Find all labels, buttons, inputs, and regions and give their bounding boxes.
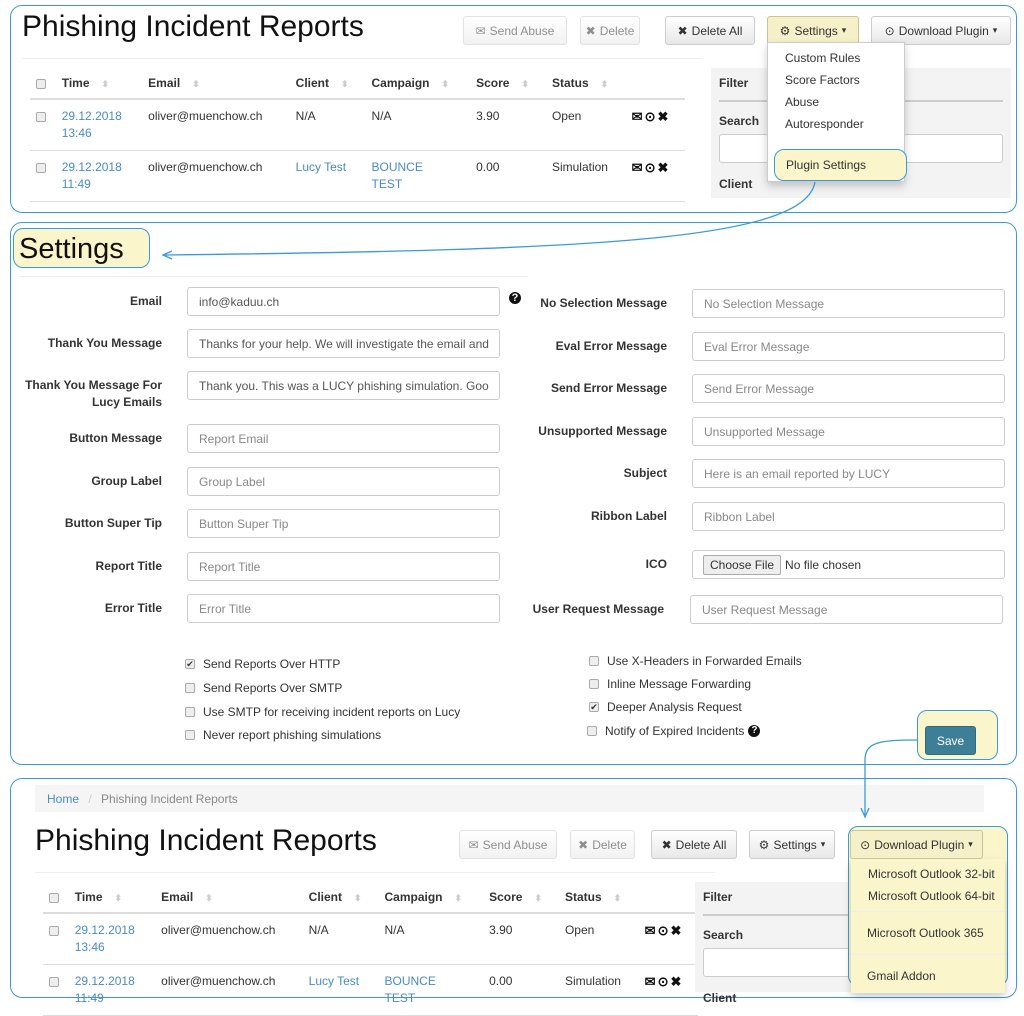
caret-down-icon: ▾ [968, 839, 973, 849]
arrow-plugin-to-settings [164, 181, 816, 256]
download-plugin-button[interactable]: ⊙ Download Plugin ▾ [850, 830, 983, 859]
download_plugin-label: Download Plugin [874, 837, 965, 852]
arrow-save-to-download [864, 739, 918, 815]
download-icon: ⊙ [860, 837, 871, 852]
